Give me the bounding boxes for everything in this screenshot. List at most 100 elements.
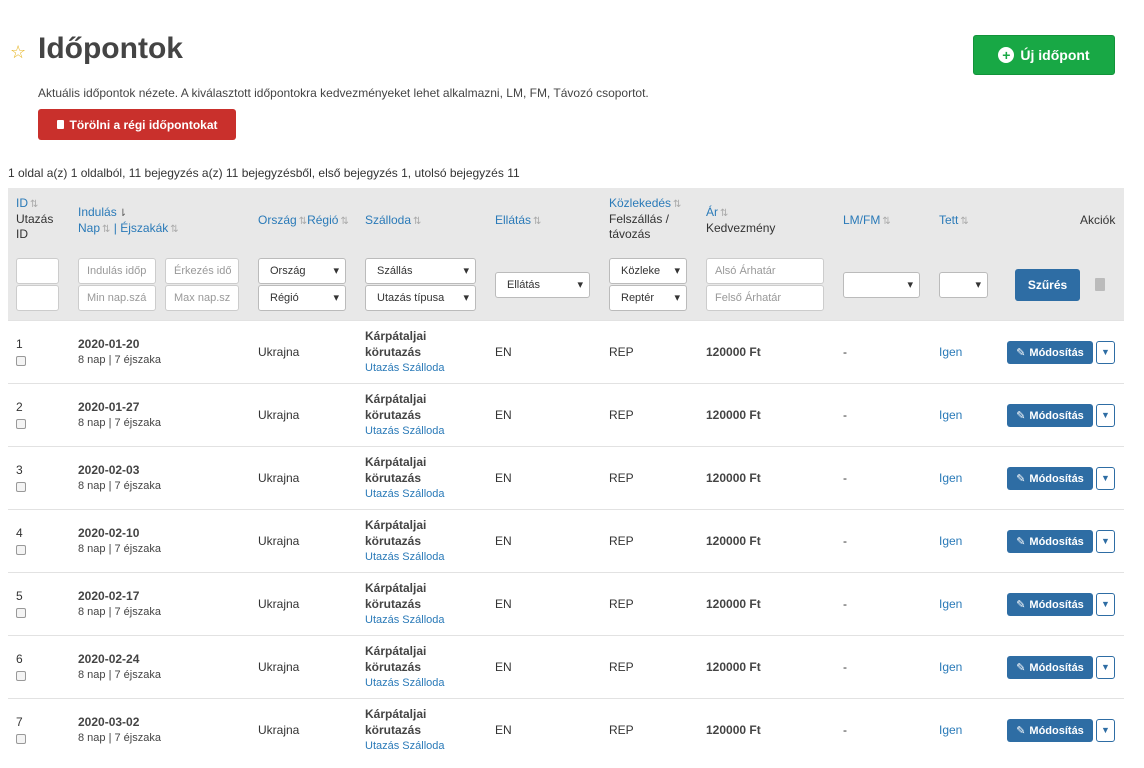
row-tett[interactable]: Igen xyxy=(939,344,962,360)
row-lmfm: - xyxy=(843,597,847,611)
col-transport[interactable]: Közlekedés ⇅ Felszállás / távozás xyxy=(609,196,681,242)
row-hotel-line1[interactable]: Kárpátaljai xyxy=(365,328,426,344)
row-hotel-line1[interactable]: Kárpátaljai xyxy=(365,643,426,659)
row-transport: REP xyxy=(609,597,634,611)
id-filter-input[interactable] xyxy=(16,258,59,284)
row-date: 2020-02-10 xyxy=(78,526,140,540)
favorite-star-icon[interactable]: ☆ xyxy=(10,42,26,63)
row-price: 120000 Ft xyxy=(706,597,761,611)
price-max-input[interactable]: Felső Árhatár xyxy=(706,285,824,311)
row-checkbox[interactable] xyxy=(16,419,26,429)
col-board[interactable]: Ellátás ⇅ xyxy=(495,213,541,229)
price-min-input[interactable]: Alsó Árhatár xyxy=(706,258,824,284)
row-hotel-line2[interactable]: körutazás xyxy=(365,470,421,486)
sort-icon: ⇅ xyxy=(170,224,179,235)
actions-dropdown-toggle[interactable]: ▼ xyxy=(1096,656,1115,679)
col-hotel[interactable]: Szálloda ⇅ xyxy=(365,213,421,229)
row-price: 120000 Ft xyxy=(706,408,761,422)
row-tett[interactable]: Igen xyxy=(939,407,962,423)
row-hotel-type[interactable]: Utazás Szálloda xyxy=(365,738,445,754)
col-price[interactable]: Ár ⇅ Kedvezmény xyxy=(706,205,775,236)
row-tett[interactable]: Igen xyxy=(939,533,962,549)
row-hotel-line1[interactable]: Kárpátaljai xyxy=(365,391,426,407)
actions-dropdown-toggle[interactable]: ▼ xyxy=(1096,404,1115,427)
row-tett[interactable]: Igen xyxy=(939,659,962,675)
actions-dropdown-toggle[interactable]: ▼ xyxy=(1096,467,1115,490)
row-date: 2020-03-02 xyxy=(78,715,140,729)
row-checkbox[interactable] xyxy=(16,356,26,366)
row-hotel-type[interactable]: Utazás Szálloda xyxy=(365,360,445,376)
board-select[interactable]: Ellátás xyxy=(495,272,590,298)
edit-label: Módosítás xyxy=(1029,661,1084,674)
edit-button[interactable]: ✎ Módosítás xyxy=(1007,341,1093,364)
edit-label: Módosítás xyxy=(1029,598,1084,611)
row-price: 120000 Ft xyxy=(706,660,761,674)
row-hotel-type[interactable]: Utazás Szálloda xyxy=(365,423,445,439)
clear-filter-trash-icon[interactable] xyxy=(1095,278,1105,291)
caret-down-icon: ▼ xyxy=(1101,725,1110,735)
row-hotel-type[interactable]: Utazás Szálloda xyxy=(365,549,445,565)
pickup-select[interactable]: Reptér xyxy=(609,285,687,311)
edit-button[interactable]: ✎ Módosítás xyxy=(1007,530,1093,553)
col-lmfm[interactable]: LM/FM ⇅ xyxy=(843,213,891,229)
region-select[interactable]: Régió xyxy=(258,285,346,311)
actions-dropdown-toggle[interactable]: ▼ xyxy=(1096,593,1115,616)
edit-label: Módosítás xyxy=(1029,535,1084,548)
caret-down-icon: ▼ xyxy=(1101,662,1110,672)
row-hotel-line2[interactable]: körutazás xyxy=(365,533,421,549)
row-checkbox[interactable] xyxy=(16,608,26,618)
min-days-input[interactable]: Min nap.szá xyxy=(78,285,156,311)
hotel-select[interactable]: Szállás xyxy=(365,258,476,284)
col-id[interactable]: ID ⇅ Utazás ID xyxy=(16,196,53,242)
max-days-input[interactable]: Max nap.sz xyxy=(165,285,239,311)
actions-dropdown-toggle[interactable]: ▼ xyxy=(1096,530,1115,553)
row-tett[interactable]: Igen xyxy=(939,596,962,612)
country-select[interactable]: Ország xyxy=(258,258,346,284)
edit-button[interactable]: ✎ Módosítás xyxy=(1007,404,1093,427)
departure-from-input[interactable]: Indulás időp xyxy=(78,258,156,284)
row-hotel-line2[interactable]: körutazás xyxy=(365,722,421,738)
tett-select[interactable] xyxy=(939,272,988,298)
trip-id-filter-input[interactable] xyxy=(16,285,59,311)
pencil-icon: ✎ xyxy=(1016,599,1026,611)
new-date-label: Új időpont xyxy=(1020,47,1090,63)
edit-button[interactable]: ✎ Módosítás xyxy=(1007,656,1093,679)
row-hotel-type[interactable]: Utazás Szálloda xyxy=(365,486,445,502)
filter-button[interactable]: Szűrés xyxy=(1015,269,1080,301)
row-date: 2020-02-24 xyxy=(78,652,140,666)
row-hotel-line2[interactable]: körutazás xyxy=(365,659,421,675)
lmfm-select[interactable] xyxy=(843,272,920,298)
arrival-input[interactable]: Érkezés idő xyxy=(165,258,239,284)
col-departure[interactable]: Indulás ⇂ Nap ⇅ | Éjszakák ⇅ xyxy=(78,205,179,237)
row-tett[interactable]: Igen xyxy=(939,470,962,486)
row-hotel-type[interactable]: Utazás Szálloda xyxy=(365,612,445,628)
row-transport: REP xyxy=(609,408,634,422)
row-hotel-line1[interactable]: Kárpátaljai xyxy=(365,706,426,722)
row-tett[interactable]: Igen xyxy=(939,722,962,738)
actions-dropdown-toggle[interactable]: ▼ xyxy=(1096,341,1115,364)
row-date: 2020-02-03 xyxy=(78,463,140,477)
transport-select[interactable]: Közleke xyxy=(609,258,687,284)
row-hotel-line1[interactable]: Kárpátaljai xyxy=(365,580,426,596)
edit-button[interactable]: ✎ Módosítás xyxy=(1007,467,1093,490)
row-hotel-line1[interactable]: Kárpátaljai xyxy=(365,517,426,533)
col-country-region[interactable]: Ország ⇅Régió ⇅ xyxy=(258,213,349,229)
row-checkbox[interactable] xyxy=(16,734,26,744)
edit-button[interactable]: ✎ Módosítás xyxy=(1007,593,1093,616)
delete-old-dates-button[interactable]: Törölni a régi időpontokat xyxy=(38,109,236,140)
row-checkbox[interactable] xyxy=(16,482,26,492)
actions-dropdown-toggle[interactable]: ▼ xyxy=(1096,719,1115,742)
trip-type-select[interactable]: Utazás típusa xyxy=(365,285,476,311)
col-tett[interactable]: Tett ⇅ xyxy=(939,213,969,229)
row-hotel-line1[interactable]: Kárpátaljai xyxy=(365,454,426,470)
row-hotel-line2[interactable]: körutazás xyxy=(365,407,421,423)
row-duration: 8 nap | 7 éjszaka xyxy=(78,354,161,366)
row-duration: 8 nap | 7 éjszaka xyxy=(78,543,161,555)
edit-button[interactable]: ✎ Módosítás xyxy=(1007,719,1093,742)
row-hotel-type[interactable]: Utazás Szálloda xyxy=(365,675,445,691)
row-hotel-line2[interactable]: körutazás xyxy=(365,344,421,360)
row-checkbox[interactable] xyxy=(16,671,26,681)
row-hotel-line2[interactable]: körutazás xyxy=(365,596,421,612)
row-checkbox[interactable] xyxy=(16,545,26,555)
new-date-button[interactable]: + Új időpont xyxy=(973,35,1115,75)
